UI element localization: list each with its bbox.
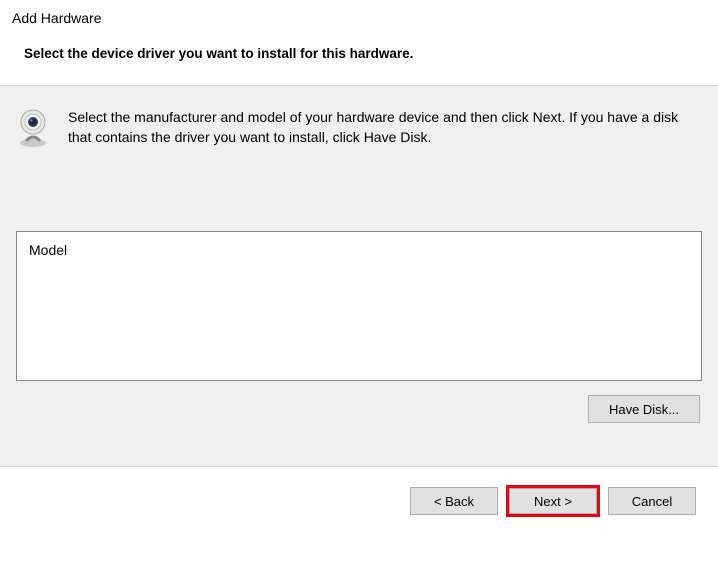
model-list[interactable]: Model [16,231,702,381]
instruction-row: Select the manufacturer and model of you… [16,108,702,151]
have-disk-button[interactable]: Have Disk... [588,395,700,423]
window-title: Add Hardware [0,0,718,32]
next-button-highlight: Next > [506,485,600,517]
page-subtitle: Select the device driver you want to ins… [0,32,718,85]
cancel-button[interactable]: Cancel [608,487,696,515]
back-button[interactable]: < Back [410,487,498,515]
next-button[interactable]: Next > [509,488,597,514]
webcam-icon [16,108,50,151]
have-disk-row: Have Disk... [16,395,702,423]
model-list-header: Model [29,242,689,258]
instruction-text: Select the manufacturer and model of you… [68,108,702,147]
content-panel: Select the manufacturer and model of you… [0,85,718,467]
wizard-footer: < Back Next > Cancel [0,467,718,517]
